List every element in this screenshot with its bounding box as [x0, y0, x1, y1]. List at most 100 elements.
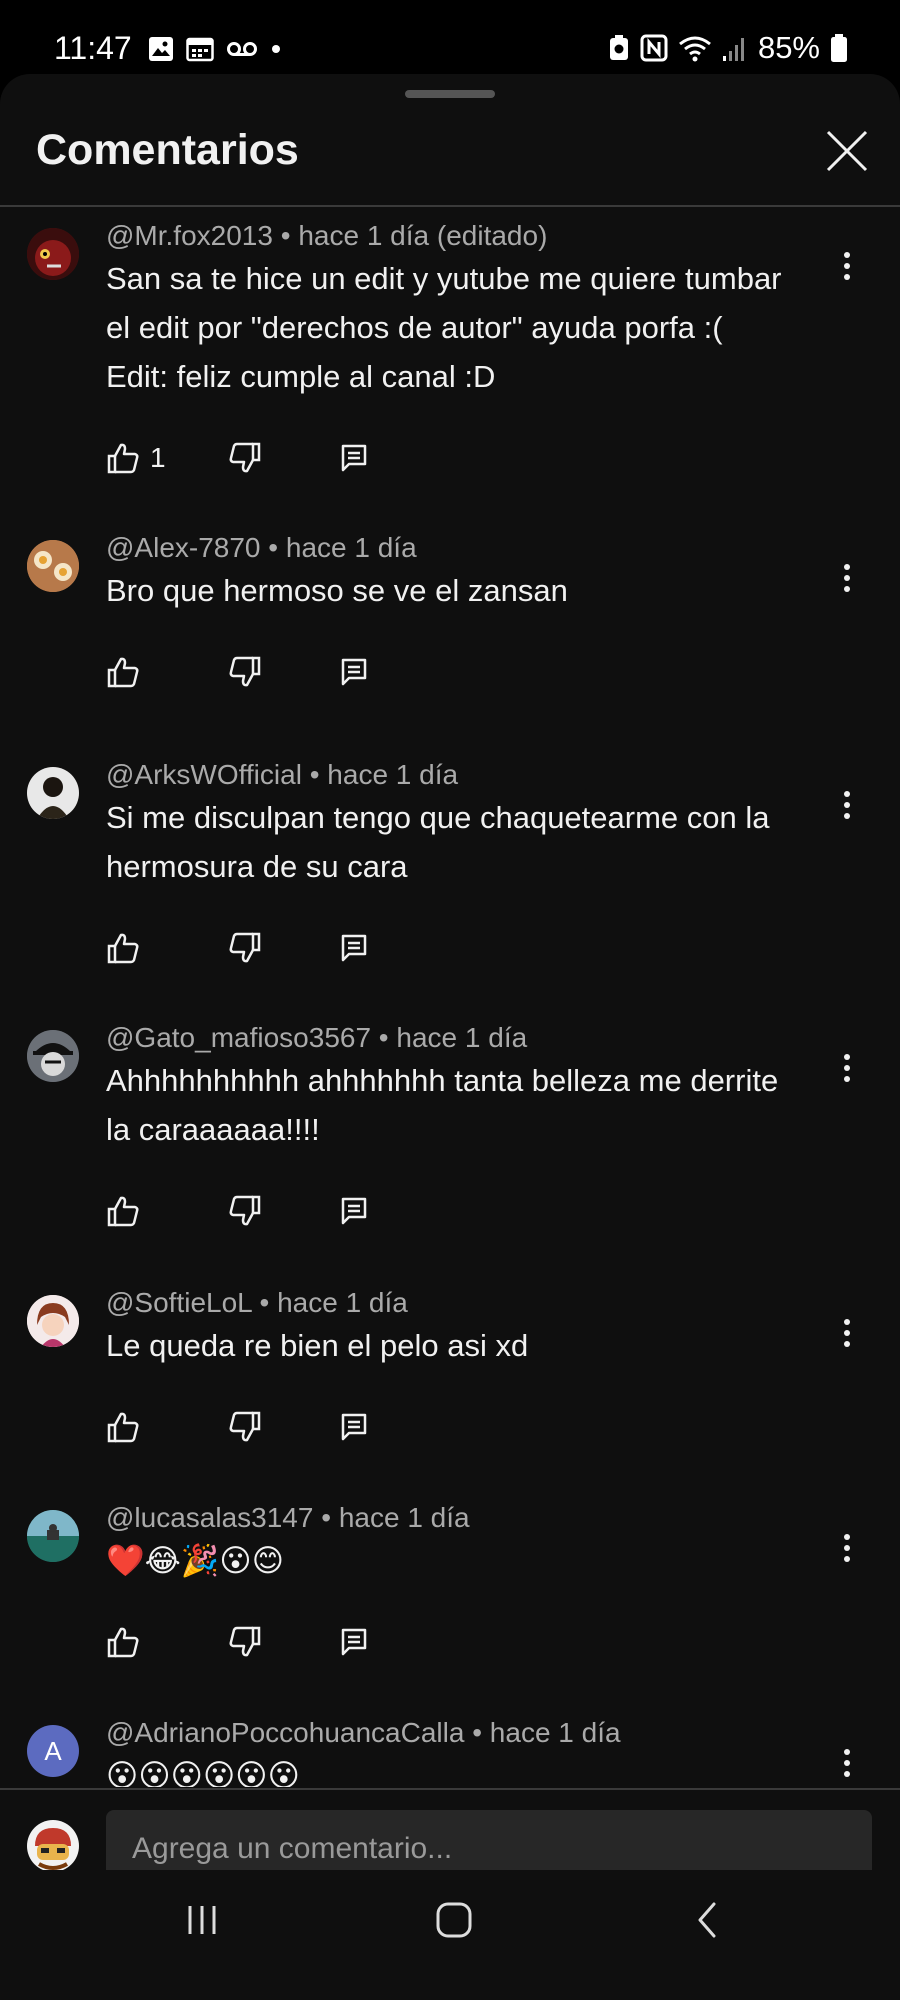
dislike-button[interactable]: [228, 1407, 262, 1447]
battery-percent: 85%: [757, 30, 820, 65]
comment-text: San sa te hice un edit y yutube me quier…: [106, 254, 846, 401]
comment-text: Si me disculpan tengo que chaquetearme c…: [106, 793, 846, 891]
dislike-button[interactable]: [228, 438, 262, 478]
comment-actions: [106, 1407, 506, 1447]
comment-line: Le queda re bien el pelo asi xd: [106, 1328, 529, 1363]
comment-time: hace 1 día: [489, 1717, 621, 1748]
comment-item: @Gato_mafioso3567 • hace 1 día Ahhhhhhhh…: [0, 1002, 900, 1265]
comment-meta: @AdrianoPoccohuancaCalla • hace 1 día: [106, 1717, 621, 1748]
reply-button[interactable]: [340, 652, 368, 692]
comment-time: hace 1 día (editado): [298, 220, 548, 251]
comment-line: ❤️😂🎉😮😊: [106, 1543, 285, 1578]
wifi-icon: [679, 36, 711, 62]
avatar[interactable]: [27, 1030, 79, 1082]
drag-handle[interactable]: [405, 90, 495, 98]
like-button[interactable]: [106, 1407, 150, 1447]
thumb-up-icon: [107, 933, 139, 964]
like-button[interactable]: [106, 652, 150, 692]
avatar[interactable]: A: [27, 1725, 79, 1777]
status-left-icons: [148, 36, 282, 62]
comment-meta: @lucasalas3147 • hace 1 día: [106, 1502, 470, 1533]
comment-actions: [106, 652, 506, 692]
user-avatar[interactable]: [27, 1820, 79, 1872]
battery-icon: [831, 34, 847, 62]
comment-author[interactable]: @lucasalas3147: [106, 1502, 313, 1533]
avatar[interactable]: [27, 1295, 79, 1347]
thumb-down-icon: [229, 1195, 261, 1226]
comment-time: hace 1 día: [396, 1022, 528, 1053]
thumb-up-icon: [107, 657, 139, 688]
back-icon: [698, 1902, 716, 1938]
avatar[interactable]: [27, 1510, 79, 1562]
comment-list[interactable]: @Mr.fox2013 • hace 1 día (editado) San s…: [0, 207, 900, 1787]
comment-text: Bro que hermoso se ve el zansan: [106, 566, 846, 615]
comment-line: 😮😮😮😮😮😮: [106, 1758, 300, 1787]
status-right: 85%: [608, 30, 848, 66]
comment-meta: @SoftieLoL • hace 1 día: [106, 1287, 408, 1318]
comment-meta: @ArksWOfficial • hace 1 día: [106, 759, 459, 790]
gallery-icon: [149, 37, 173, 61]
dislike-button[interactable]: [228, 1622, 262, 1662]
comment-text: 😮😮😮😮😮😮: [106, 1751, 846, 1787]
reply-button[interactable]: [340, 438, 368, 478]
reply-button[interactable]: [340, 1622, 368, 1662]
comment-author[interactable]: @Alex-7870: [106, 532, 261, 563]
back-button[interactable]: [668, 1890, 748, 1950]
calendar-icon: [186, 37, 214, 62]
avatar-image: [27, 540, 79, 592]
comment-line: Bro que hermoso se ve el zansan: [106, 573, 568, 608]
comment-text: ❤️😂🎉😮😊: [106, 1536, 846, 1585]
avatar-image: [27, 1510, 79, 1562]
nfc-icon: [640, 34, 668, 62]
reply-icon: [341, 1628, 367, 1656]
comment-author[interactable]: @AdrianoPoccohuancaCalla: [106, 1717, 464, 1748]
avatar[interactable]: [27, 767, 79, 819]
reply-button[interactable]: [340, 928, 368, 968]
thumb-up-icon: [107, 1627, 139, 1658]
like-button[interactable]: [106, 928, 150, 968]
reply-button[interactable]: [340, 1191, 368, 1231]
like-button[interactable]: [106, 1191, 150, 1231]
avatar[interactable]: [27, 228, 79, 280]
thumb-down-icon: [229, 656, 261, 687]
status-bar: 11:47 85%: [0, 0, 900, 74]
like-button[interactable]: 1: [106, 438, 166, 478]
comment-actions: [106, 928, 506, 968]
recent-apps-button[interactable]: [162, 1890, 242, 1950]
like-button[interactable]: [106, 1622, 150, 1662]
comment-line: Edit: feliz cumple al canal :D: [106, 359, 496, 394]
close-button[interactable]: [822, 126, 872, 176]
reply-button[interactable]: [340, 1407, 368, 1447]
dislike-button[interactable]: [228, 652, 262, 692]
comment-author[interactable]: @SoftieLoL: [106, 1287, 252, 1318]
avatar[interactable]: [27, 540, 79, 592]
dislike-button[interactable]: [228, 1191, 262, 1231]
comment-line: la caraaaaaa!!!!: [106, 1112, 320, 1147]
thumb-down-icon: [229, 1411, 261, 1442]
sheet-title: Comentarios: [36, 126, 299, 174]
comment-actions: [106, 1191, 506, 1231]
avatar-image: [27, 1030, 79, 1082]
thumb-down-icon: [229, 932, 261, 963]
comment-meta: @Mr.fox2013 • hace 1 día (editado): [106, 220, 548, 251]
comment-author[interactable]: @Mr.fox2013: [106, 220, 273, 251]
dislike-button[interactable]: [228, 928, 262, 968]
close-icon: [826, 130, 868, 172]
home-button[interactable]: [414, 1890, 494, 1950]
dot-icon: [272, 45, 280, 53]
comment-time: hace 1 día: [327, 759, 459, 790]
comment-item: @Alex-7870 • hace 1 día Bro que hermoso …: [0, 507, 900, 737]
comment-meta: @Gato_mafioso3567 • hace 1 día: [106, 1022, 528, 1053]
comment-time: hace 1 día: [338, 1502, 470, 1533]
battery-saver-icon: [609, 35, 628, 60]
comment-author[interactable]: @ArksWOfficial: [106, 759, 302, 790]
comment-line: hermosura de su cara: [106, 849, 408, 884]
signal-icon: [722, 38, 744, 61]
comment-author[interactable]: @Gato_mafioso3567: [106, 1022, 371, 1053]
comment-item: @ArksWOfficial • hace 1 día Si me discul…: [0, 737, 900, 1002]
avatar-image: [27, 1295, 79, 1347]
reply-icon: [341, 444, 367, 472]
comment-line: el edit por "derechos de autor" ayuda po…: [106, 310, 723, 345]
voicemail-icon: [227, 42, 257, 56]
reply-icon: [341, 1197, 367, 1225]
